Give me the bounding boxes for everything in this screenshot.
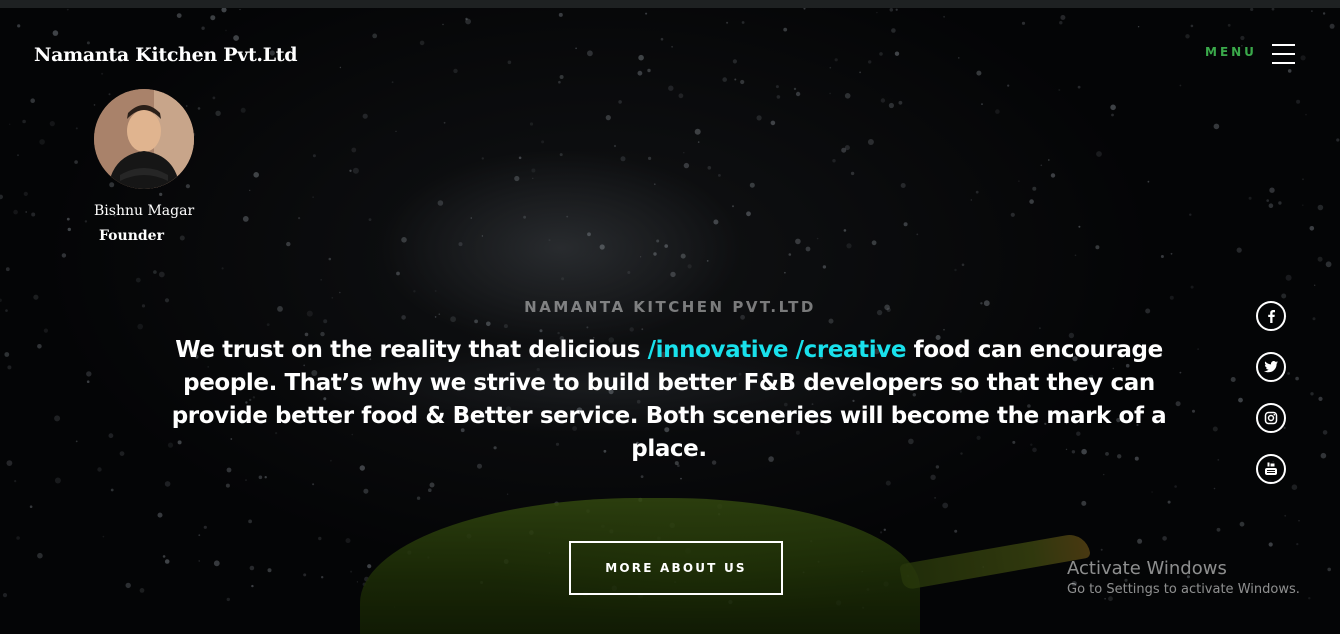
facebook-button[interactable] bbox=[1256, 301, 1286, 331]
instagram-icon bbox=[1264, 411, 1278, 425]
founder-avatar bbox=[94, 89, 194, 189]
hero-headline: We trust on the reality that delicious /… bbox=[160, 334, 1178, 466]
facebook-icon bbox=[1268, 310, 1275, 323]
founder-role: Founder bbox=[99, 228, 164, 244]
headline-highlight: /innovative /creative bbox=[647, 337, 907, 363]
youtube-button[interactable] bbox=[1256, 454, 1286, 484]
activate-windows-subtitle: Go to Settings to activate Windows. bbox=[1067, 582, 1300, 597]
youtube-icon bbox=[1265, 462, 1277, 475]
menu-label[interactable]: MENU bbox=[1205, 45, 1257, 59]
hamburger-menu-icon[interactable] bbox=[1272, 44, 1295, 64]
brand-logo-text[interactable]: Namanta Kitchen Pvt.Ltd bbox=[34, 44, 298, 66]
activate-windows-title: Activate Windows bbox=[1067, 558, 1227, 579]
founder-name: Bishnu Magar bbox=[94, 203, 195, 219]
twitter-icon bbox=[1264, 361, 1278, 373]
more-about-us-button[interactable]: MORE ABOUT US bbox=[569, 541, 783, 595]
instagram-button[interactable] bbox=[1256, 403, 1286, 433]
headline-text-1: We trust on the reality that delicious bbox=[175, 337, 648, 363]
twitter-button[interactable] bbox=[1256, 352, 1286, 382]
top-edge-bar bbox=[0, 0, 1340, 8]
hero-eyebrow: NAMANTA KITCHEN PVT.LTD bbox=[524, 298, 816, 316]
